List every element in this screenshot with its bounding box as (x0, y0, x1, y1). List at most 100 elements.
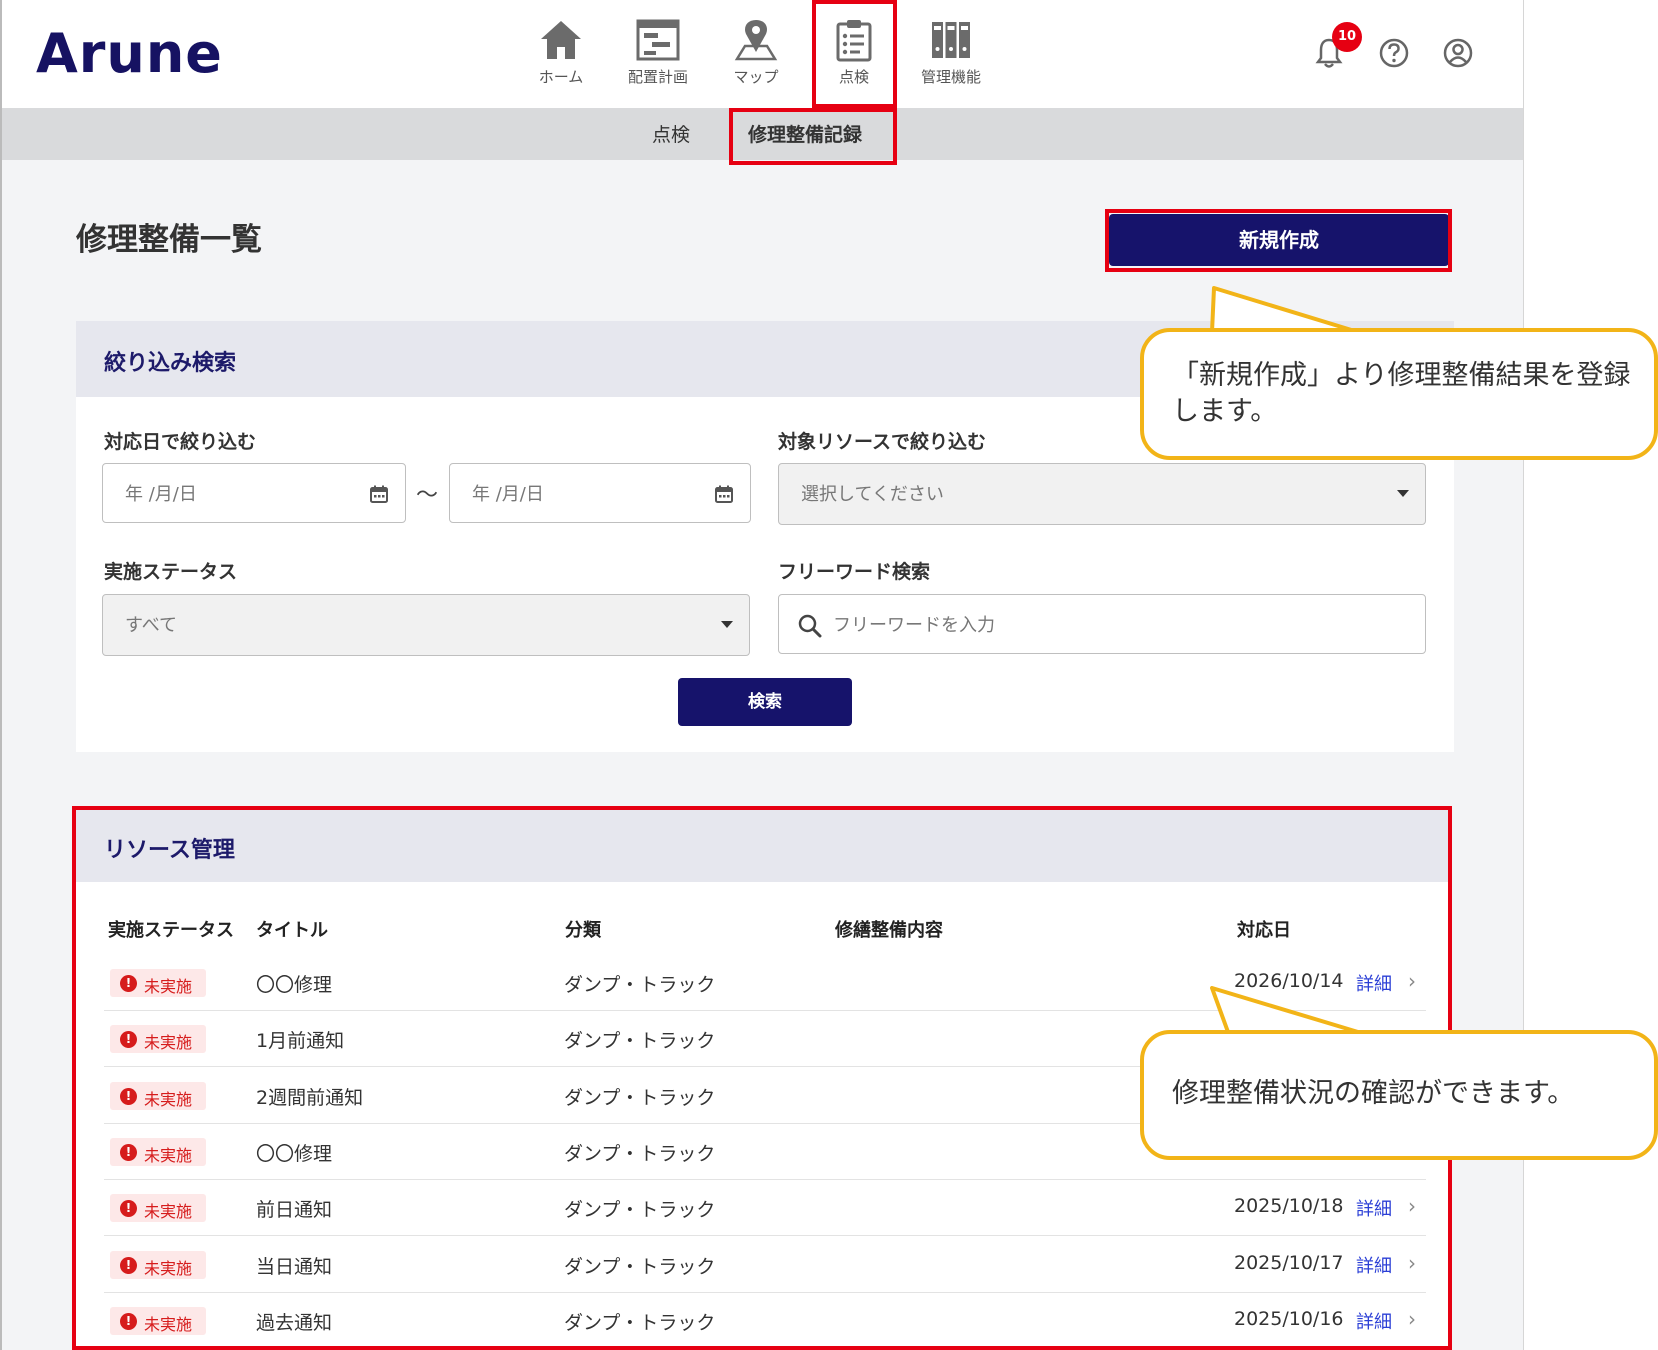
status-badge: ! 未実施 (110, 1025, 206, 1054)
alert-icon: ! (120, 1200, 137, 1218)
callout-list-status: 修理整備状況の確認ができます。 (1140, 1030, 1658, 1160)
detail-link[interactable]: 詳細 (1356, 1252, 1392, 1278)
subnav-inspection[interactable]: 点検 (652, 120, 690, 147)
date-to-input[interactable]: 年 /月/日 (449, 463, 751, 523)
detail-link[interactable]: 詳細 (1356, 1195, 1392, 1221)
table-row: ! 未実施 当日通知 ダンプ・トラック 2025/10/17 詳細 › (104, 1236, 1426, 1293)
status-text: 未実施 (144, 1033, 193, 1053)
status-text: 未実施 (144, 1314, 193, 1334)
row-date: 2025/10/16 (1234, 1307, 1344, 1330)
status-badge: ! 未実施 (110, 1081, 206, 1110)
table-row: ! 未実施 前日通知 ダンプ・トラック 2025/10/18 詳細 › (104, 1179, 1426, 1237)
nav-admin[interactable]: 管理機能 (906, 14, 996, 100)
row-category: ダンプ・トラック (564, 1311, 716, 1334)
nav-layout-plan-label: 配置計画 (627, 68, 688, 86)
calendar-icon[interactable] (714, 484, 734, 504)
status-text: 未実施 (144, 1258, 193, 1278)
date-from-placeholder: 年 /月/日 (125, 484, 197, 505)
row-date: 2025/10/17 (1234, 1251, 1344, 1274)
status-text: 未実施 (144, 1202, 193, 1222)
alert-icon: ! (120, 1312, 137, 1330)
chevron-right-icon[interactable]: › (1408, 969, 1416, 993)
table-row: ! 未実施 過去通知 ダンプ・トラック 2025/10/16 詳細 › (104, 1292, 1426, 1349)
status-text: 未実施 (144, 1145, 193, 1165)
home-icon (541, 21, 581, 59)
nav-inspection-label: 点検 (838, 68, 869, 86)
row-title: 前日通知 (256, 1199, 333, 1222)
account-icon[interactable] (1441, 36, 1475, 70)
date-range-separator: 〜 (416, 483, 439, 508)
callout-pointer (1210, 986, 1360, 1036)
resource-select[interactable]: 選択してください (778, 463, 1426, 525)
nav-home-label: ホーム (538, 68, 584, 86)
map-pin-icon (734, 20, 778, 61)
status-text: 未実施 (144, 977, 193, 996)
status-select[interactable]: すべて (102, 594, 750, 656)
column-header-date: 対応日 (1237, 920, 1291, 941)
top-header: Arune ホーム 配置計画 マップ 点検 管理機能 10 (2, 0, 1523, 108)
status-badge: ! 未実施 (110, 1194, 206, 1223)
status-filter-label: 実施ステータス (104, 561, 238, 583)
row-category: ダンプ・トラック (564, 1255, 716, 1278)
row-date: 2025/10/18 (1234, 1195, 1344, 1218)
logo[interactable]: Arune (36, 22, 223, 85)
alert-icon: ! (120, 1143, 137, 1161)
search-button[interactable]: 検索 (678, 678, 852, 726)
chevron-right-icon[interactable]: › (1408, 1251, 1416, 1275)
help-icon[interactable] (1377, 36, 1411, 70)
chevron-down-icon (1397, 490, 1409, 497)
filter-title: 絞り込み検索 (104, 351, 237, 376)
alert-icon: ! (120, 975, 137, 992)
callout-new-create: 「新規作成」より修理整備結果を登録します。 (1140, 328, 1658, 460)
row-title: 2週間前通知 (256, 1086, 364, 1109)
alert-icon: ! (120, 1087, 137, 1105)
column-header-title: タイトル (256, 920, 328, 941)
resource-filter-label: 対象リソースで絞り込む (778, 431, 987, 453)
chevron-right-icon[interactable]: › (1408, 1194, 1416, 1218)
nav-map[interactable]: マップ (711, 14, 801, 100)
row-category: ダンプ・トラック (564, 1086, 716, 1109)
calendar-icon[interactable] (369, 484, 389, 504)
chevron-down-icon (721, 621, 733, 628)
date-filter-label: 対応日で絞り込む (104, 431, 257, 453)
date-to-placeholder: 年 /月/日 (472, 484, 544, 505)
clipboard-icon (836, 20, 872, 62)
nav-map-label: マップ (733, 68, 779, 86)
column-header-category: 分類 (565, 920, 601, 941)
date-from-input[interactable]: 年 /月/日 (102, 463, 406, 523)
status-badge: ! 未実施 (110, 1137, 206, 1166)
row-title: 当日通知 (256, 1255, 333, 1278)
row-category: ダンプ・トラック (564, 1030, 716, 1053)
nav-home[interactable]: ホーム (516, 14, 606, 100)
nav-layout-plan[interactable]: 配置計画 (613, 14, 703, 100)
page-title: 修理整備一覧 (76, 222, 262, 258)
freeword-input[interactable]: フリーワードを入力 (778, 594, 1426, 654)
column-header-repair-content: 修繕整備内容 (835, 920, 943, 941)
subnav-repair-records[interactable]: 修理整備記録 (748, 120, 862, 147)
resource-card-title: リソース管理 (104, 838, 235, 863)
new-create-button[interactable]: 新規作成 (1109, 214, 1449, 266)
freeword-placeholder: フリーワードを入力 (833, 615, 995, 636)
alert-icon: ! (120, 1256, 137, 1274)
layout-plan-icon (636, 19, 680, 61)
nav-inspection[interactable]: 点検 (809, 14, 899, 100)
alert-icon: ! (120, 1031, 137, 1049)
row-category: ダンプ・トラック (564, 1142, 716, 1165)
status-badge: ! 未実施 (110, 969, 206, 997)
status-select-value: すべて (125, 615, 178, 636)
sub-navigation: 点検 修理整備記録 (2, 108, 1523, 160)
detail-link[interactable]: 詳細 (1356, 1308, 1392, 1334)
resource-card-header: リソース管理 (76, 810, 1450, 882)
row-category: ダンプ・トラック (564, 974, 716, 996)
row-title: 〇〇修理 (256, 974, 333, 996)
chevron-right-icon[interactable]: › (1408, 1307, 1416, 1331)
status-badge: ! 未実施 (110, 1306, 206, 1335)
row-category: ダンプ・トラック (564, 1199, 716, 1222)
resource-select-placeholder: 選択してください (801, 484, 944, 505)
row-title: 1月前通知 (256, 1030, 345, 1053)
freeword-label: フリーワード検索 (778, 561, 931, 583)
column-header-status: 実施ステータス (108, 920, 234, 941)
status-text: 未実施 (144, 1089, 193, 1109)
row-title: 〇〇修理 (256, 1142, 333, 1165)
nav-admin-label: 管理機能 (920, 68, 981, 86)
